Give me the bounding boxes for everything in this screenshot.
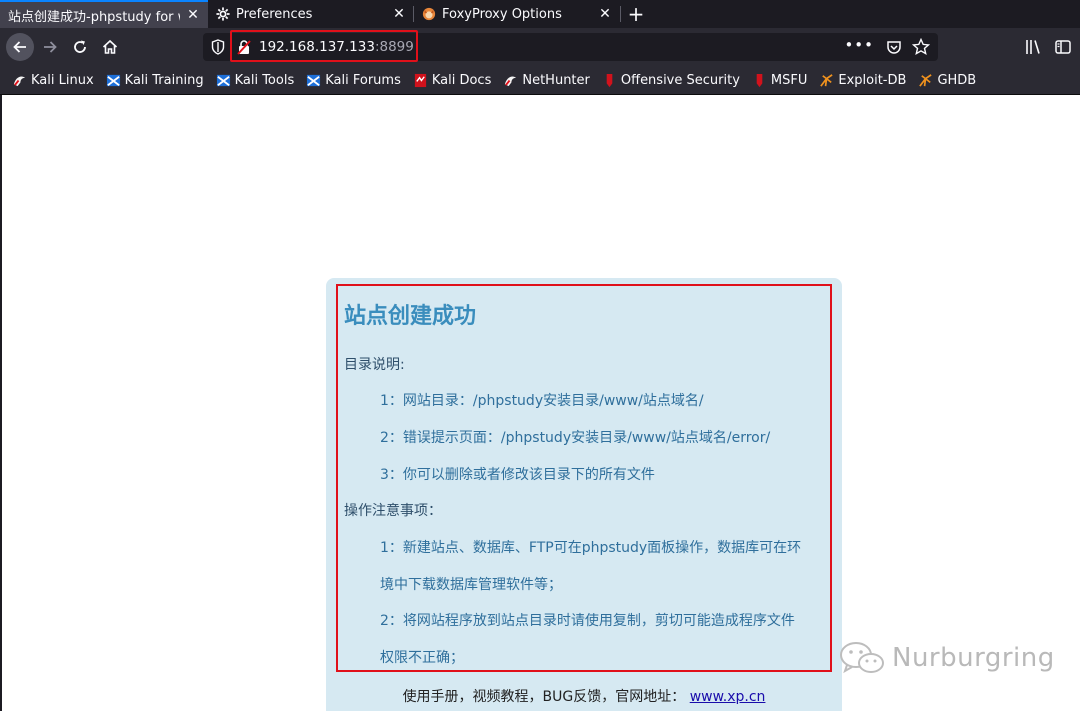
tab-site-created[interactable]: 站点创建成功-phpstudy for w ✕ <box>0 0 208 28</box>
tab-title: FoxyProxy Options <box>442 6 562 22</box>
close-icon[interactable]: ✕ <box>392 6 406 22</box>
close-icon[interactable]: ✕ <box>186 7 200 23</box>
tab-preferences[interactable]: Preferences ✕ <box>208 0 414 28</box>
bookmark-label: Kali Tools <box>234 72 295 88</box>
bookmark-label: Kali Docs <box>431 72 492 88</box>
tab-title: 站点创建成功-phpstudy for w <box>8 9 180 25</box>
window-left-edge <box>0 95 2 711</box>
tab-separator <box>620 6 621 22</box>
official-site-link[interactable]: www.xp.cn <box>690 689 766 705</box>
bookmark-label: Exploit-DB <box>838 72 907 88</box>
bookmark-star-icon[interactable] <box>912 38 930 56</box>
back-button[interactable] <box>6 33 34 61</box>
bookmark-label: GHDB <box>937 72 977 88</box>
bookmarks-toolbar: Kali Linux Kali Training Kali Tools Kali… <box>0 66 1080 94</box>
nethunter-icon <box>505 75 517 86</box>
pocket-icon[interactable] <box>886 39 902 55</box>
msfu-icon <box>756 73 763 87</box>
kali-docs-icon <box>414 73 426 87</box>
kali-training-icon <box>106 74 120 86</box>
sidebar-icon[interactable] <box>1054 38 1072 56</box>
footer-text: 使用手册，视频教程，BUG反馈，官网地址： <box>402 689 686 705</box>
bookmark-kali-training[interactable]: Kali Training <box>106 73 204 88</box>
tab-foxyproxy-options[interactable]: FoxyProxy Options ✕ <box>414 0 620 28</box>
gear-icon <box>216 7 230 21</box>
content-highlight-box <box>336 284 832 672</box>
bookmark-kali-tools[interactable]: Kali Tools <box>216 72 295 88</box>
offsec-icon <box>606 73 613 87</box>
bookmark-offensive-security[interactable]: Offensive Security <box>602 73 740 88</box>
shield-icon[interactable] <box>211 39 225 55</box>
reload-icon <box>74 40 86 53</box>
arrow-left-icon <box>13 41 26 53</box>
bookmark-label: Kali Training <box>124 72 204 88</box>
arrow-right-icon <box>44 41 57 53</box>
kali-linux-icon <box>13 75 26 86</box>
bookmark-kali-docs[interactable]: Kali Docs <box>413 72 492 88</box>
new-tab-button[interactable]: + <box>624 2 648 26</box>
home-icon <box>102 39 118 54</box>
bookmark-nethunter[interactable]: NetHunter <box>503 73 590 88</box>
url-highlight-box <box>230 30 418 62</box>
home-button[interactable] <box>96 33 124 61</box>
bookmark-exploit-db[interactable]: Exploit-DB <box>819 73 906 88</box>
bookmark-msfu[interactable]: MSFU <box>752 73 807 88</box>
bookmark-label: MSFU <box>770 72 808 88</box>
forward-button[interactable] <box>36 33 64 61</box>
navigation-bar: 192.168.137.133:8899 ••• <box>0 28 1080 66</box>
bookmark-kali-linux[interactable]: Kali Linux <box>12 73 94 88</box>
page-actions-more-icon[interactable]: ••• <box>844 36 874 54</box>
footer-line: 使用手册，视频教程，BUG反馈，官网地址： www.xp.cn <box>326 686 842 706</box>
bookmark-ghdb[interactable]: GHDB <box>918 73 976 88</box>
bookmark-kali-forums[interactable]: Kali Forums <box>306 73 401 88</box>
kali-tools-icon <box>216 74 230 86</box>
tab-bar: 站点创建成功-phpstudy for w ✕ Preferences ✕ Fo… <box>0 0 1080 28</box>
bookmark-label: NetHunter <box>522 72 590 88</box>
watermark-text: Nurburgring <box>892 643 1055 673</box>
ghdb-icon <box>919 73 933 87</box>
library-icon[interactable] <box>1024 38 1042 56</box>
watermark: Nurburgring <box>838 640 1055 676</box>
close-icon[interactable]: ✕ <box>598 6 612 22</box>
browser-chrome: 站点创建成功-phpstudy for w ✕ Preferences ✕ Fo… <box>0 0 1080 95</box>
foxyproxy-icon <box>422 7 436 21</box>
kali-forums-icon <box>307 74 321 86</box>
wechat-icon <box>840 642 884 674</box>
tab-title: Preferences <box>236 6 313 22</box>
bookmark-label: Offensive Security <box>620 72 740 88</box>
reload-button[interactable] <box>66 33 94 61</box>
bookmark-label: Kali Forums <box>325 72 401 88</box>
bookmark-label: Kali Linux <box>31 72 94 88</box>
exploit-db-icon <box>820 73 833 87</box>
